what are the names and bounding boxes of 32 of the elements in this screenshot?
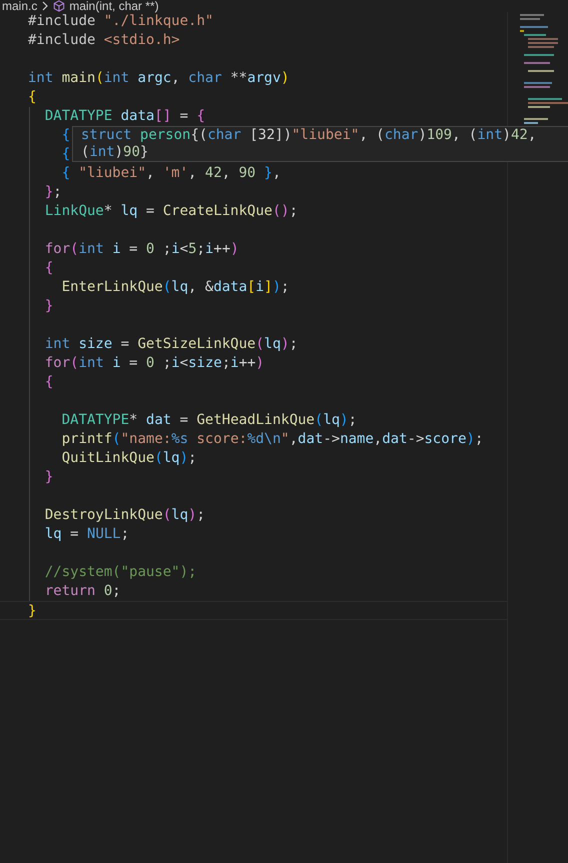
code-line: } bbox=[28, 603, 36, 619]
breadcrumb-symbol[interactable]: main(int, char **) bbox=[69, 0, 159, 12]
code-line: } bbox=[44, 469, 54, 485]
code-line: QuitLinkQue(lq); bbox=[60, 450, 197, 466]
chevron-icon bbox=[41, 1, 50, 11]
code-line: { "liubei", 'm', 42, 90 }, bbox=[60, 165, 281, 181]
code-line: { bbox=[44, 374, 54, 390]
code-line: lq = NULL; bbox=[44, 526, 130, 542]
code-line: } bbox=[44, 298, 54, 314]
code-line: { bbox=[60, 127, 70, 143]
code-line: for(int i = 0 ;i<size;i++) bbox=[44, 355, 264, 371]
code-line: DATATYPE data[] = { bbox=[44, 108, 206, 124]
code-line: EnterLinkQue(lq, &data[i]); bbox=[60, 279, 290, 295]
code-line: int size = GetSizeLinkQue(lq); bbox=[44, 336, 298, 352]
code-line: { bbox=[44, 260, 54, 276]
tooltip-line: struct person{(char [32])"liubei", (char)109, (int)42, bbox=[81, 127, 536, 144]
tooltip-line: (int)90} bbox=[81, 144, 148, 161]
code-line: #include "./linkque.h" bbox=[28, 13, 214, 29]
code-line: int main(int argc, char **argv) bbox=[28, 70, 290, 86]
code-line: { bbox=[28, 89, 36, 105]
code-line: //system("pause"); bbox=[44, 564, 197, 580]
code-line: DestroyLinkQue(lq); bbox=[44, 507, 206, 523]
code-line: #include <stdio.h> bbox=[28, 32, 180, 48]
code-line: printf("name:%s score:%d\n",dat->name,dat->score); bbox=[60, 431, 484, 447]
cube-icon bbox=[53, 0, 66, 12]
code-line: return 0; bbox=[44, 583, 121, 599]
code-line: { bbox=[60, 146, 70, 162]
code-line: }; bbox=[44, 184, 62, 200]
code-line: for(int i = 0 ;i<5;i++) bbox=[44, 241, 239, 257]
code-line: LinkQue* lq = CreateLinkQue(); bbox=[44, 203, 298, 219]
code-line: DATATYPE* dat = GetHeadLinkQue(lq); bbox=[60, 412, 357, 428]
breadcrumb-file[interactable]: main.c bbox=[2, 0, 38, 12]
